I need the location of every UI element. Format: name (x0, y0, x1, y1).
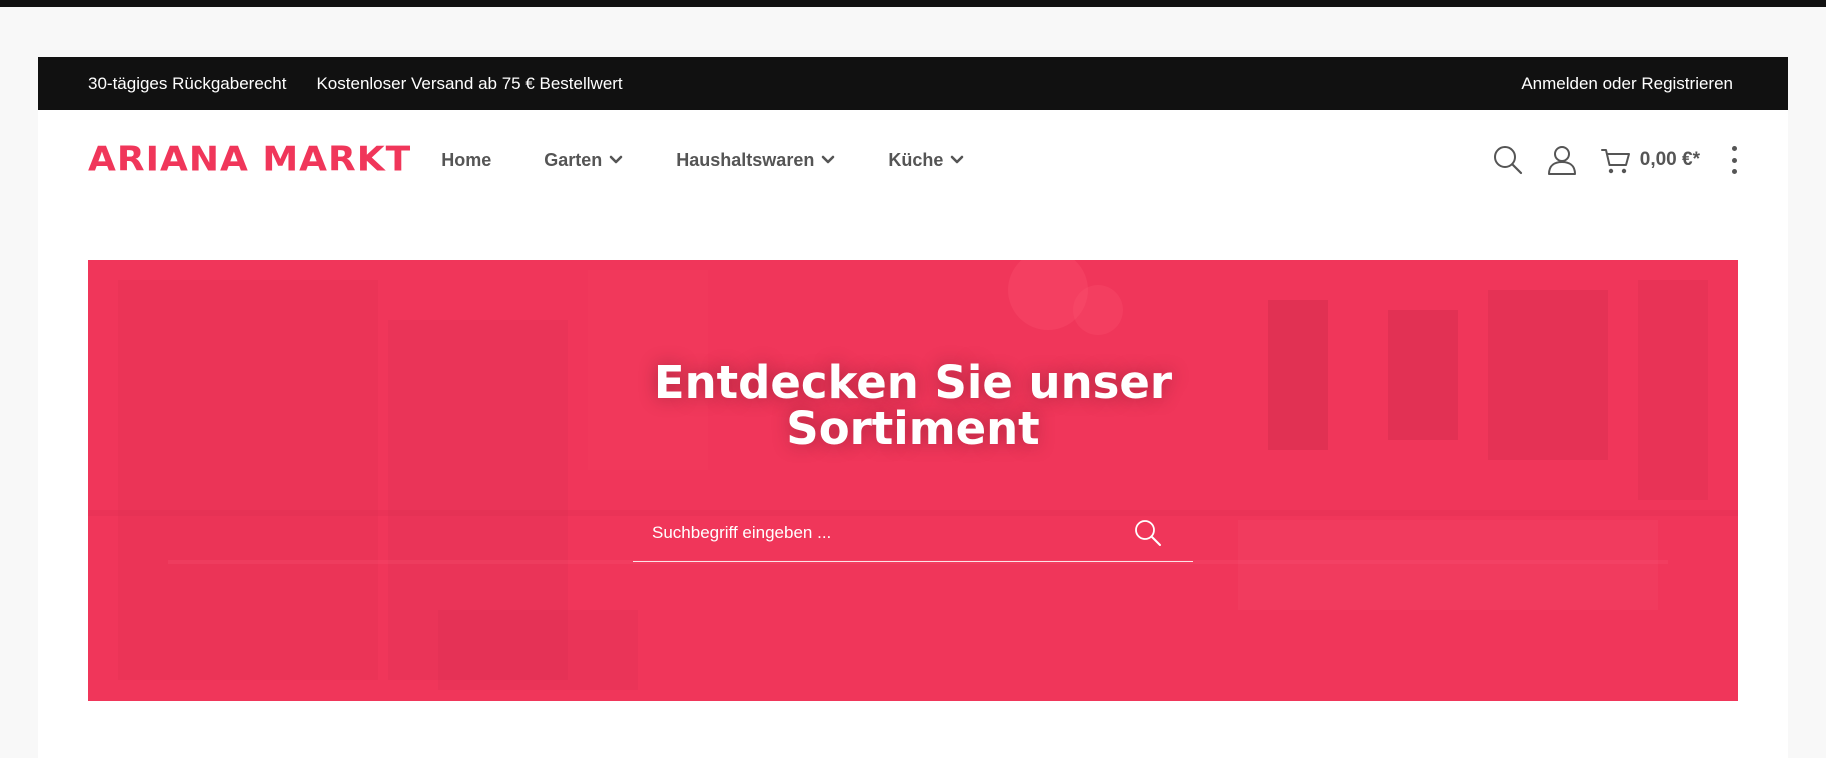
hero-title: Entdecken Sie unser Sortiment (88, 360, 1738, 452)
hero-banner: Entdecken Sie unser Sortiment (88, 260, 1738, 701)
nav-item-label: Garten (544, 149, 603, 170)
search-submit-button[interactable] (1131, 516, 1165, 550)
nav-item-label: Haushaltswaren (676, 149, 815, 170)
search-input[interactable] (633, 505, 1131, 561)
search-icon (1493, 146, 1522, 175)
login-register-link[interactable]: Anmelden oder Registrieren (1521, 74, 1733, 94)
main-navigation: Home Garten Haushaltswaren Küche (441, 150, 1017, 171)
more-vertical-icon (1731, 146, 1737, 151)
usp-return-policy: 30-tägiges Rückgaberecht (88, 73, 287, 93)
cart-icon (1600, 149, 1630, 174)
chevron-down-icon (822, 155, 835, 164)
account-icon (1547, 146, 1576, 175)
chevron-down-icon (951, 155, 964, 164)
nav-item-label: Küche (888, 149, 944, 170)
cart-total: 0,00 €* (1639, 149, 1700, 170)
header-actions: 0,00 €* (1470, 144, 1738, 176)
nav-item-garten[interactable]: Garten (544, 150, 623, 171)
nav-item-home[interactable]: Home (441, 150, 491, 171)
chevron-down-icon (609, 155, 623, 164)
main-header: ARIANA MARKT Home Garten Haushaltswaren … (38, 110, 1788, 210)
account-button[interactable] (1546, 144, 1578, 176)
nav-item-kueche[interactable]: Küche (888, 150, 964, 171)
top-bar: 30-tägiges Rückgaberecht Kostenloser Ver… (38, 57, 1788, 110)
logo[interactable]: ARIANA MARKT (88, 142, 411, 177)
cart-icon-wrapper (1600, 144, 1632, 176)
search-toggle-button[interactable] (1492, 144, 1524, 176)
hero-background-image (88, 260, 1738, 701)
window-top-edge (0, 0, 1826, 7)
usp-free-shipping: Kostenloser Versand ab 75 € Bestellwert (316, 73, 623, 93)
hero-title-line-2: Sortiment (786, 402, 1040, 455)
hero-search-form (633, 505, 1193, 562)
page-container: 30-tägiges Rückgaberecht Kostenloser Ver… (38, 57, 1788, 758)
search-icon (1135, 520, 1161, 546)
more-options-button[interactable] (1730, 146, 1738, 174)
nav-item-label: Home (441, 149, 492, 170)
hero-title-line-1: Entdecken Sie unser (653, 356, 1173, 409)
nav-item-haushaltswaren[interactable]: Haushaltswaren (676, 150, 835, 171)
cart-button[interactable]: 0,00 €* (1600, 144, 1700, 176)
